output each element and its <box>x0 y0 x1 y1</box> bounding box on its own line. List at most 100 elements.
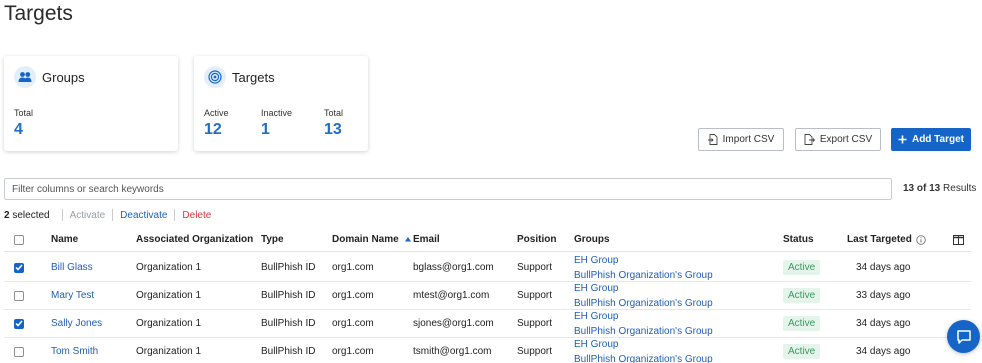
row-checkbox-cell[interactable] <box>14 254 24 281</box>
type-cell: BullPhish ID <box>261 318 316 329</box>
delete-action[interactable]: Delete <box>182 210 211 221</box>
activate-action[interactable]: Activate <box>70 210 106 221</box>
add-target-label: Add Target <box>911 134 965 145</box>
results-count-value: 13 of 13 <box>903 183 941 194</box>
column-header-type[interactable]: Type <box>261 228 284 251</box>
row-checkbox[interactable] <box>14 346 24 357</box>
column-header-status[interactable]: Status <box>783 228 814 251</box>
status-badge: Active <box>783 316 821 331</box>
domain-cell: org1.com <box>332 290 374 301</box>
groups-cell: EH Group BullPhish Organization's Group <box>574 310 713 337</box>
status-cell: Active <box>783 310 821 337</box>
selected-count: 2 selected <box>4 210 50 221</box>
table-row[interactable]: Sally Jones Organization 1 BullPhish ID org… <box>4 310 971 338</box>
targets-summary-card: Targets Active 12 Inactive 1 Total 13 <box>194 56 368 151</box>
table-header: Name Associated Organization Type Domain… <box>4 228 971 252</box>
position-cell: Support <box>517 318 553 329</box>
row-checkbox[interactable] <box>14 262 24 273</box>
groups-total-label: Total <box>14 108 34 118</box>
column-header-domain-label: Domain Name <box>332 234 399 245</box>
divider <box>61 209 63 221</box>
targets-total-label: Total <box>324 108 344 118</box>
column-header-groups[interactable]: Groups <box>574 228 610 251</box>
groups-card-header: Groups <box>14 66 85 88</box>
targets-active-value: 12 <box>204 121 222 138</box>
target-name-link[interactable]: Bill Glass <box>51 254 93 281</box>
type-cell: BullPhish ID <box>261 262 316 273</box>
last-targeted-cell: 33 days ago <box>856 290 911 301</box>
file-export-icon <box>804 134 815 145</box>
column-header-last-targeted-label: Last Targeted <box>847 234 912 245</box>
target-icon <box>204 66 226 88</box>
group-link[interactable]: BullPhish Organization's Group <box>574 352 713 363</box>
chat-icon <box>956 329 971 344</box>
column-header-domain[interactable]: Domain Name <box>332 228 412 251</box>
status-badge: Active <box>783 344 821 359</box>
organization-cell: Organization 1 <box>136 318 202 329</box>
targets-card-header: Targets <box>204 66 275 88</box>
add-target-button[interactable]: Add Target <box>891 128 971 151</box>
results-count-suffix: Results <box>943 183 977 194</box>
status-cell: Active <box>783 338 821 363</box>
group-link[interactable]: EH Group <box>574 337 618 352</box>
email-cell: tsmith@org1.com <box>413 346 492 357</box>
column-header-email[interactable]: Email <box>413 228 440 251</box>
groups-card-title: Groups <box>42 69 85 85</box>
chat-launcher-button[interactable] <box>947 320 980 353</box>
table-row[interactable]: Bill Glass Organization 1 BullPhish ID org1… <box>4 254 971 282</box>
import-csv-button[interactable]: Import CSV <box>698 128 784 151</box>
bulk-actions-bar: 2 selected Activate Deactivate Delete <box>4 209 211 221</box>
divider <box>174 209 176 221</box>
targets-card-title: Targets <box>232 69 275 85</box>
targets-inactive-label: Inactive <box>261 108 293 118</box>
groups-cell: EH Group BullPhish Organization's Group <box>574 282 713 309</box>
table-row[interactable]: Mary Test Organization 1 BullPhish ID org1.… <box>4 282 971 310</box>
search-input[interactable] <box>4 178 892 200</box>
organization-cell: Organization 1 <box>136 290 202 301</box>
export-csv-button[interactable]: Export CSV <box>795 128 881 151</box>
target-name-link[interactable]: Tom Smith <box>51 338 98 363</box>
group-link[interactable]: EH Group <box>574 253 618 268</box>
targets-inactive-value: 1 <box>261 121 270 138</box>
targets-total-stat: Total 13 <box>324 108 343 139</box>
targets-active-stat: Active 12 <box>204 108 229 139</box>
column-header-last-targeted[interactable]: Last Targeted <box>847 228 926 251</box>
last-targeted-cell: 34 days ago <box>856 346 911 357</box>
position-cell: Support <box>517 290 553 301</box>
row-checkbox-cell[interactable] <box>14 310 24 337</box>
row-checkbox[interactable] <box>14 290 24 301</box>
domain-cell: org1.com <box>332 318 374 329</box>
select-all-checkbox-cell[interactable] <box>14 228 24 251</box>
deactivate-action[interactable]: Deactivate <box>120 210 167 221</box>
email-cell: mtest@org1.com <box>413 290 490 301</box>
row-checkbox-cell[interactable] <box>14 338 24 363</box>
last-targeted-cell: 34 days ago <box>856 262 911 273</box>
type-cell: BullPhish ID <box>261 290 316 301</box>
groups-total-stat: Total 4 <box>14 108 33 139</box>
target-name-link[interactable]: Sally Jones <box>51 310 102 337</box>
info-icon[interactable] <box>916 234 926 245</box>
status-cell: Active <box>783 254 821 281</box>
people-icon <box>14 66 36 88</box>
status-cell: Active <box>783 282 821 309</box>
plus-icon <box>898 135 907 144</box>
domain-cell: org1.com <box>332 346 374 357</box>
domain-cell: org1.com <box>332 262 374 273</box>
column-settings-icon[interactable] <box>953 228 964 251</box>
status-badge: Active <box>783 260 821 275</box>
status-badge: Active <box>783 288 821 303</box>
column-header-name[interactable]: Name <box>51 228 78 251</box>
column-header-position[interactable]: Position <box>517 228 556 251</box>
targets-active-label: Active <box>204 108 229 118</box>
last-targeted-cell: 34 days ago <box>856 318 911 329</box>
group-link[interactable]: EH Group <box>574 309 618 324</box>
select-all-checkbox[interactable] <box>14 234 24 245</box>
table-row[interactable]: Tom Smith Organization 1 BullPhish ID org1.… <box>4 338 971 363</box>
column-header-organization[interactable]: Associated Organization <box>136 228 253 251</box>
target-name-link[interactable]: Mary Test <box>51 282 94 309</box>
row-checkbox[interactable] <box>14 318 24 329</box>
group-link[interactable]: EH Group <box>574 281 618 296</box>
row-checkbox-cell[interactable] <box>14 282 24 309</box>
checkmark-icon <box>15 264 23 271</box>
checkmark-icon <box>15 320 23 327</box>
